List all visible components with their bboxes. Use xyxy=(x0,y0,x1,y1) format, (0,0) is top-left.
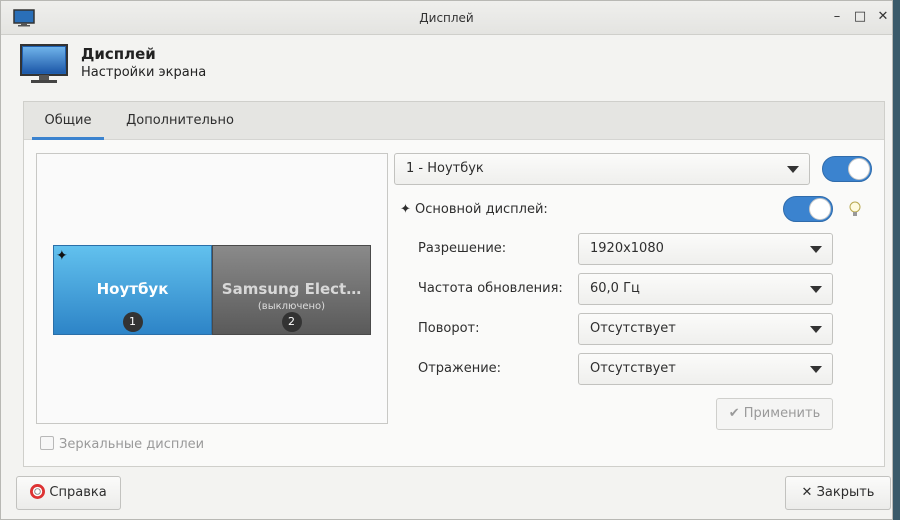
primary-star-icon: ✦ xyxy=(56,248,68,264)
toggle-knob xyxy=(848,158,870,180)
title-bar[interactable]: Дисплей – □ ✕ xyxy=(1,1,892,35)
refresh-rate-value: 60,0 Гц xyxy=(590,281,640,296)
reflection-value: Отсутствует xyxy=(590,361,676,376)
output-select-value: 1 - Ноутбук xyxy=(406,161,484,176)
mirror-displays-label: Зеркальные дисплеи xyxy=(59,437,205,452)
window-title: Дисплей xyxy=(419,11,474,25)
monitor-preview-area[interactable]: ✦ Ноутбук 1 Samsung Elect… (выключено) 2 xyxy=(36,153,388,424)
display-settings-window: Дисплей – □ ✕ Дисплей Настройки экрана О… xyxy=(0,0,893,520)
resolution-select[interactable]: 1920x1080 xyxy=(578,233,833,265)
primary-display-label: Основной дисплей: xyxy=(415,202,548,217)
monitor-status: (выключено) xyxy=(257,301,326,312)
settings-panel: Общие Дополнительно ✦ Ноутбук 1 Samsung … xyxy=(23,101,885,467)
close-button[interactable]: ✕ Закрыть xyxy=(785,476,891,510)
help-button-label: Справка xyxy=(49,485,107,500)
minimize-button[interactable]: – xyxy=(829,9,845,25)
checkbox-box[interactable] xyxy=(40,436,54,450)
maximize-button[interactable]: □ xyxy=(852,9,868,25)
resolution-value: 1920x1080 xyxy=(590,241,664,256)
chevron-down-icon xyxy=(787,166,799,173)
output-select[interactable]: 1 - Ноутбук xyxy=(394,153,810,185)
chevron-down-icon xyxy=(810,286,822,293)
tab-advanced[interactable]: Дополнительно xyxy=(116,102,244,140)
monitor-tile-laptop[interactable]: ✦ Ноутбук 1 xyxy=(53,245,212,335)
chevron-down-icon xyxy=(810,326,822,333)
primary-display-toggle[interactable] xyxy=(783,196,833,222)
chevron-down-icon xyxy=(810,246,822,253)
refresh-rate-select[interactable]: 60,0 Гц xyxy=(578,273,833,305)
resolution-label: Разрешение: xyxy=(418,241,507,256)
mirror-displays-checkbox[interactable]: Зеркальные дисплеи xyxy=(40,436,204,452)
monitor-tile-samsung[interactable]: Samsung Elect… (выключено) 2 xyxy=(212,245,371,335)
toggle-knob xyxy=(809,198,831,220)
primary-display-row: ✦ Основной дисплей: xyxy=(400,202,548,217)
monitor-number: 1 xyxy=(122,312,143,332)
reflection-select[interactable]: Отсутствует xyxy=(578,353,833,385)
reflection-label: Отражение: xyxy=(418,361,502,376)
apply-button-label: Применить xyxy=(743,406,821,421)
rotation-select[interactable]: Отсутствует xyxy=(578,313,833,345)
display-icon xyxy=(20,44,68,83)
rotation-label: Поворот: xyxy=(418,321,480,336)
chevron-down-icon xyxy=(810,366,822,373)
monitor-name: Samsung Elect… xyxy=(221,280,362,298)
output-enable-toggle[interactable] xyxy=(822,156,872,182)
close-icon: ✕ xyxy=(801,485,813,500)
monitor-number: 2 xyxy=(281,312,302,332)
close-button-label: Закрыть xyxy=(816,485,875,500)
header-subtitle: Настройки экрана xyxy=(81,65,207,80)
check-icon: ✔ xyxy=(728,406,740,421)
tab-general[interactable]: Общие xyxy=(32,102,104,140)
monitor-name: Ноутбук xyxy=(96,280,169,298)
lifebuoy-icon xyxy=(30,484,46,499)
rotation-value: Отсутствует xyxy=(590,321,676,336)
refresh-rate-label: Частота обновления: xyxy=(418,281,563,296)
close-window-button[interactable]: ✕ xyxy=(875,9,891,25)
header-title: Дисплей xyxy=(81,45,156,63)
tab-bar: Общие Дополнительно xyxy=(24,102,884,140)
apply-button[interactable]: ✔ Применить xyxy=(716,398,833,430)
dialog-header: Дисплей Настройки экрана xyxy=(19,41,879,91)
primary-star-icon: ✦ xyxy=(400,202,411,217)
lightbulb-icon[interactable] xyxy=(848,200,862,218)
help-button[interactable]: Справка xyxy=(16,476,121,510)
